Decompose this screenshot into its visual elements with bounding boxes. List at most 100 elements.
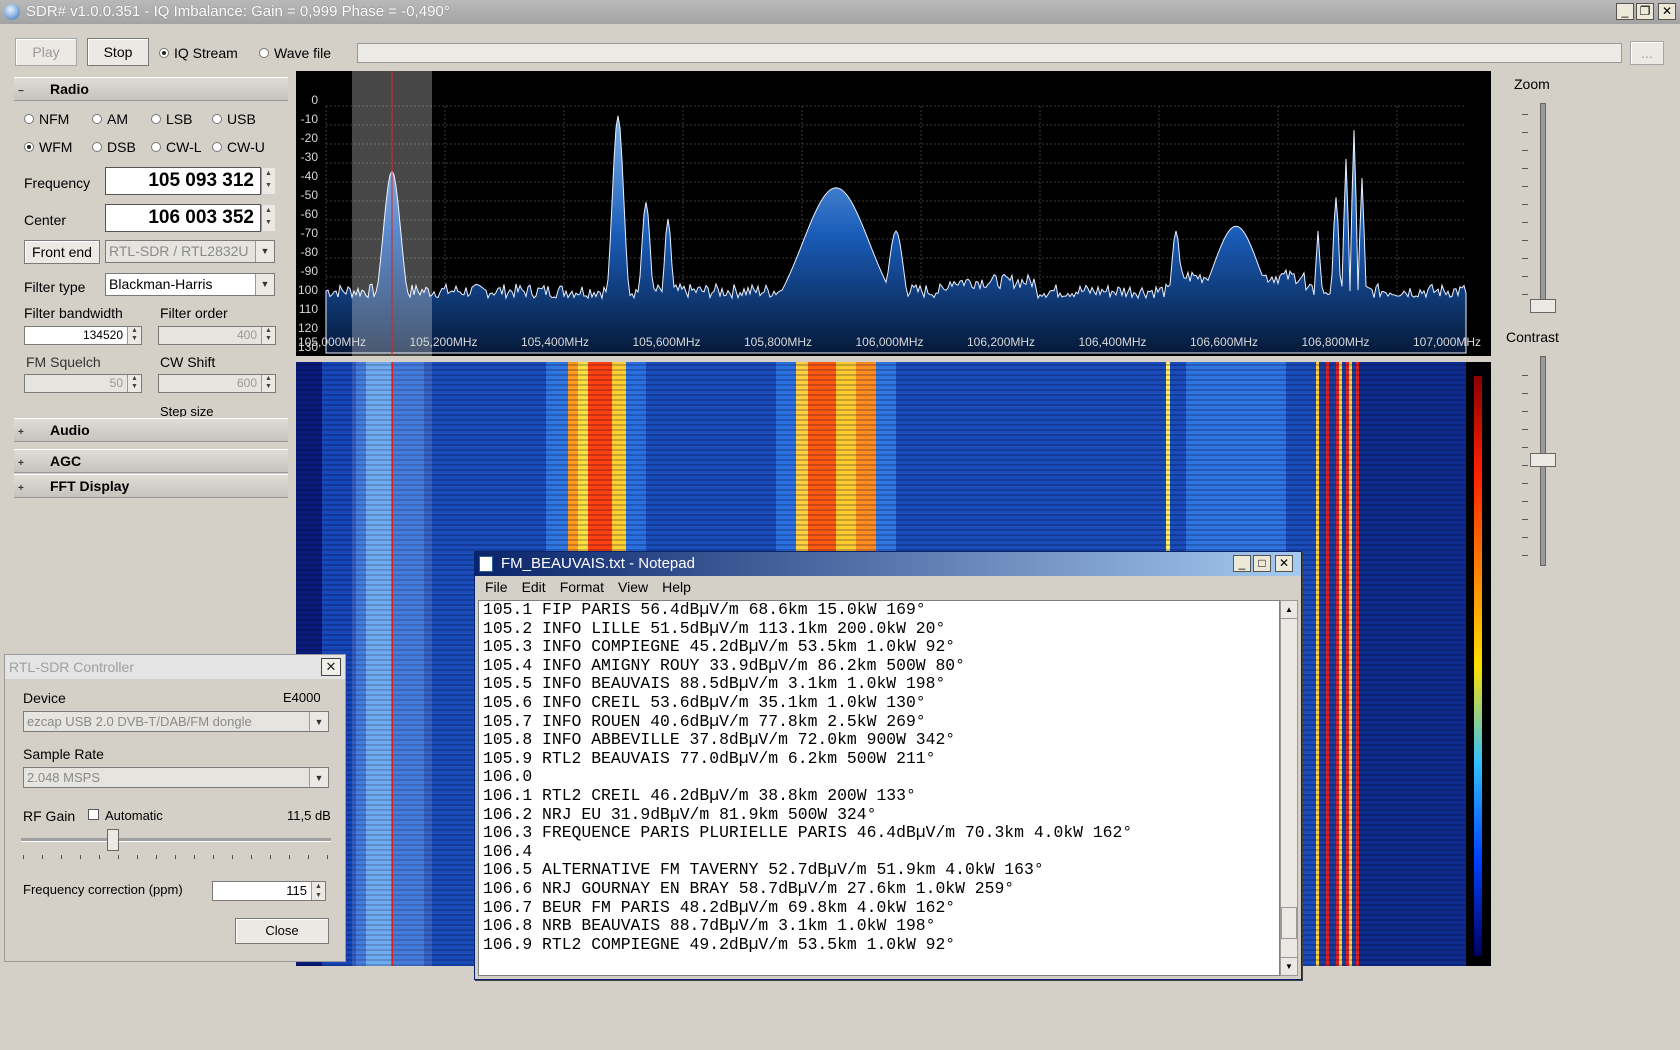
front-end-value: RTL-SDR / RTL2832U (109, 243, 249, 259)
fft-section-label: FFT Display (50, 478, 130, 494)
close-button[interactable]: ✕ (1658, 3, 1676, 20)
db-tick-label: 0 (311, 93, 318, 107)
minimize-button[interactable]: _ (1616, 3, 1634, 20)
freq-tick-label: 105,800MHz (744, 335, 813, 349)
mode-label: NFM (39, 111, 70, 127)
notepad-scrollbar[interactable]: ▲ ▼ (1280, 600, 1298, 976)
chevron-down-icon: ▼ (255, 241, 274, 262)
play-button[interactable]: Play (15, 38, 77, 66)
notepad-minimize-button[interactable]: _ (1233, 555, 1251, 572)
spectrum-display[interactable]: 0 -10 -20 -30 -40 -50 -60 -70 -80 -90 100 110 120 130… (296, 71, 1491, 356)
frequency-spinner[interactable]: ▲ ▼ (261, 168, 275, 194)
frequency-input[interactable]: 105 093 312 (105, 167, 261, 195)
freq-tick-label: 105,400MHz (521, 335, 590, 349)
wave-file-label: Wave file (274, 45, 332, 61)
notepad-close-button[interactable]: ✕ (1275, 555, 1293, 572)
filter-type-value: Blackman-Harris (109, 276, 213, 292)
filter-bandwidth-spinner[interactable]: ▲ ▼ (127, 327, 141, 344)
restore-button[interactable]: ❐ (1636, 3, 1654, 20)
expand-icon: + (18, 427, 24, 438)
db-tick-label: 100 (297, 283, 318, 297)
scroll-thumb[interactable] (1281, 907, 1297, 939)
browse-button[interactable]: ... (1630, 41, 1664, 65)
filter-type-select[interactable]: Blackman-Harris ▼ (105, 273, 275, 296)
device-tuner: E4000 (283, 690, 321, 705)
freq-correction-spinner[interactable]: ▲ ▼ (311, 882, 325, 900)
filter-order-spinner[interactable]: ▲ ▼ (261, 327, 275, 344)
stop-button[interactable]: Stop (87, 38, 149, 66)
notepad-lines: 105.1 FIP PARIS 56.4dBµV/m 68.6km 15.0kW… (479, 601, 1279, 954)
radio-section-label: Radio (50, 81, 89, 97)
front-end-button[interactable]: Front end (24, 240, 100, 264)
notepad-line: 105.9 RTL2 BEAUVAIS 77.0dBµV/m 6.2km 500… (483, 748, 936, 768)
fft-section-header[interactable]: + FFT Display (14, 474, 288, 498)
rtl-title-bar[interactable]: RTL-SDR Controller ✕ (5, 655, 345, 679)
menu-format[interactable]: Format (560, 579, 604, 595)
notepad-title-bar[interactable]: FM_BEAUVAIS.txt - Notepad _ □ ✕ (475, 552, 1301, 576)
wave-file-radio[interactable]: Wave file (259, 45, 331, 61)
freq-correction-label: Frequency correction (ppm) (23, 882, 183, 897)
radio-section-header[interactable]: − Radio (14, 77, 288, 101)
audio-section-header[interactable]: + Audio (14, 418, 288, 442)
notepad-text-area[interactable]: 105.1 FIP PARIS 56.4dBµV/m 68.6km 15.0kW… (478, 600, 1280, 976)
mode-cwu-radio[interactable]: CW-U (212, 139, 265, 155)
menu-help[interactable]: Help (662, 579, 691, 595)
notepad-line: 105.4 INFO AMIGNY ROUY 33.9dBµV/m 86.2km… (483, 655, 965, 675)
filter-order-input[interactable]: 400 (158, 326, 276, 345)
freq-tick-label: 106,000MHz (855, 335, 924, 349)
front-end-select[interactable]: RTL-SDR / RTL2832U ▼ (105, 240, 275, 263)
zoom-slider-track[interactable] (1540, 103, 1546, 305)
collapse-icon: − (18, 86, 24, 97)
freq-tick-label: 106,200MHz (967, 335, 1036, 349)
filter-order-label: Filter order (160, 305, 228, 321)
rtl-close-button[interactable]: Close (235, 918, 329, 944)
mode-wfm-radio[interactable]: WFM (24, 139, 72, 155)
menu-edit[interactable]: Edit (522, 579, 546, 595)
fm-squelch-input[interactable]: 50 (24, 374, 142, 393)
agc-section-header[interactable]: + AGC (14, 449, 288, 473)
scroll-down-arrow-icon[interactable]: ▼ (1281, 957, 1297, 975)
rf-gain-slider-track[interactable] (21, 838, 331, 842)
wave-file-path-input[interactable] (357, 43, 1622, 63)
menu-view[interactable]: View (618, 579, 648, 595)
rf-gain-slider-thumb[interactable] (107, 829, 119, 851)
app-icon (4, 4, 20, 20)
notepad-window[interactable]: FM_BEAUVAIS.txt - Notepad _ □ ✕ File Edit… (474, 551, 1302, 980)
filter-bandwidth-input[interactable]: 134520 (24, 326, 142, 345)
rtl-sdr-controller-window[interactable]: RTL-SDR Controller ✕ Device E4000 ezcap … (4, 654, 346, 962)
zoom-ticks (1522, 105, 1528, 295)
menu-file[interactable]: File (485, 579, 508, 595)
mode-lsb-radio[interactable]: LSB (151, 111, 192, 127)
db-tick-label: -60 (300, 207, 318, 221)
freq-tick-label: 105,200MHz (409, 335, 478, 349)
fm-squelch-spinner[interactable]: ▲ ▼ (127, 375, 141, 392)
center-spinner[interactable]: ▲ ▼ (261, 205, 275, 231)
notepad-line: 106.4 (483, 841, 533, 861)
chevron-down-icon: ▼ (309, 712, 328, 731)
contrast-slider-thumb[interactable] (1530, 453, 1556, 467)
mode-label: LSB (166, 111, 193, 127)
mode-usb-radio[interactable]: USB (212, 111, 256, 127)
zoom-slider-thumb[interactable] (1530, 299, 1556, 313)
db-tick-label: -10 (300, 112, 318, 126)
center-input[interactable]: 106 003 352 (105, 204, 261, 232)
mode-dsb-radio[interactable]: DSB (92, 139, 136, 155)
cw-shift-input[interactable]: 600 (158, 374, 276, 393)
notepad-maximize-button[interactable]: □ (1253, 555, 1271, 572)
cw-shift-spinner[interactable]: ▲ ▼ (261, 375, 275, 392)
device-select[interactable]: ezcap USB 2.0 DVB-T/DAB/FM dongle ▼ (23, 711, 329, 732)
chevron-down-icon: ▼ (309, 768, 328, 787)
iq-stream-radio[interactable]: IQ Stream (159, 45, 238, 61)
scroll-up-arrow-icon[interactable]: ▲ (1281, 601, 1297, 619)
mode-nfm-radio[interactable]: NFM (24, 111, 69, 127)
automatic-checkbox[interactable] (88, 809, 99, 820)
mode-cwl-radio[interactable]: CW-L (151, 139, 202, 155)
sample-rate-value: 2.048 MSPS (27, 770, 100, 785)
sample-rate-select[interactable]: 2.048 MSPS ▼ (23, 767, 329, 788)
freq-correction-input[interactable]: 115 (212, 881, 326, 901)
rtl-close-icon[interactable]: ✕ (321, 658, 341, 676)
mode-am-radio[interactable]: AM (92, 111, 128, 127)
db-tick-label: -30 (300, 150, 318, 164)
mode-label: AM (107, 111, 128, 127)
mode-label: USB (227, 111, 256, 127)
